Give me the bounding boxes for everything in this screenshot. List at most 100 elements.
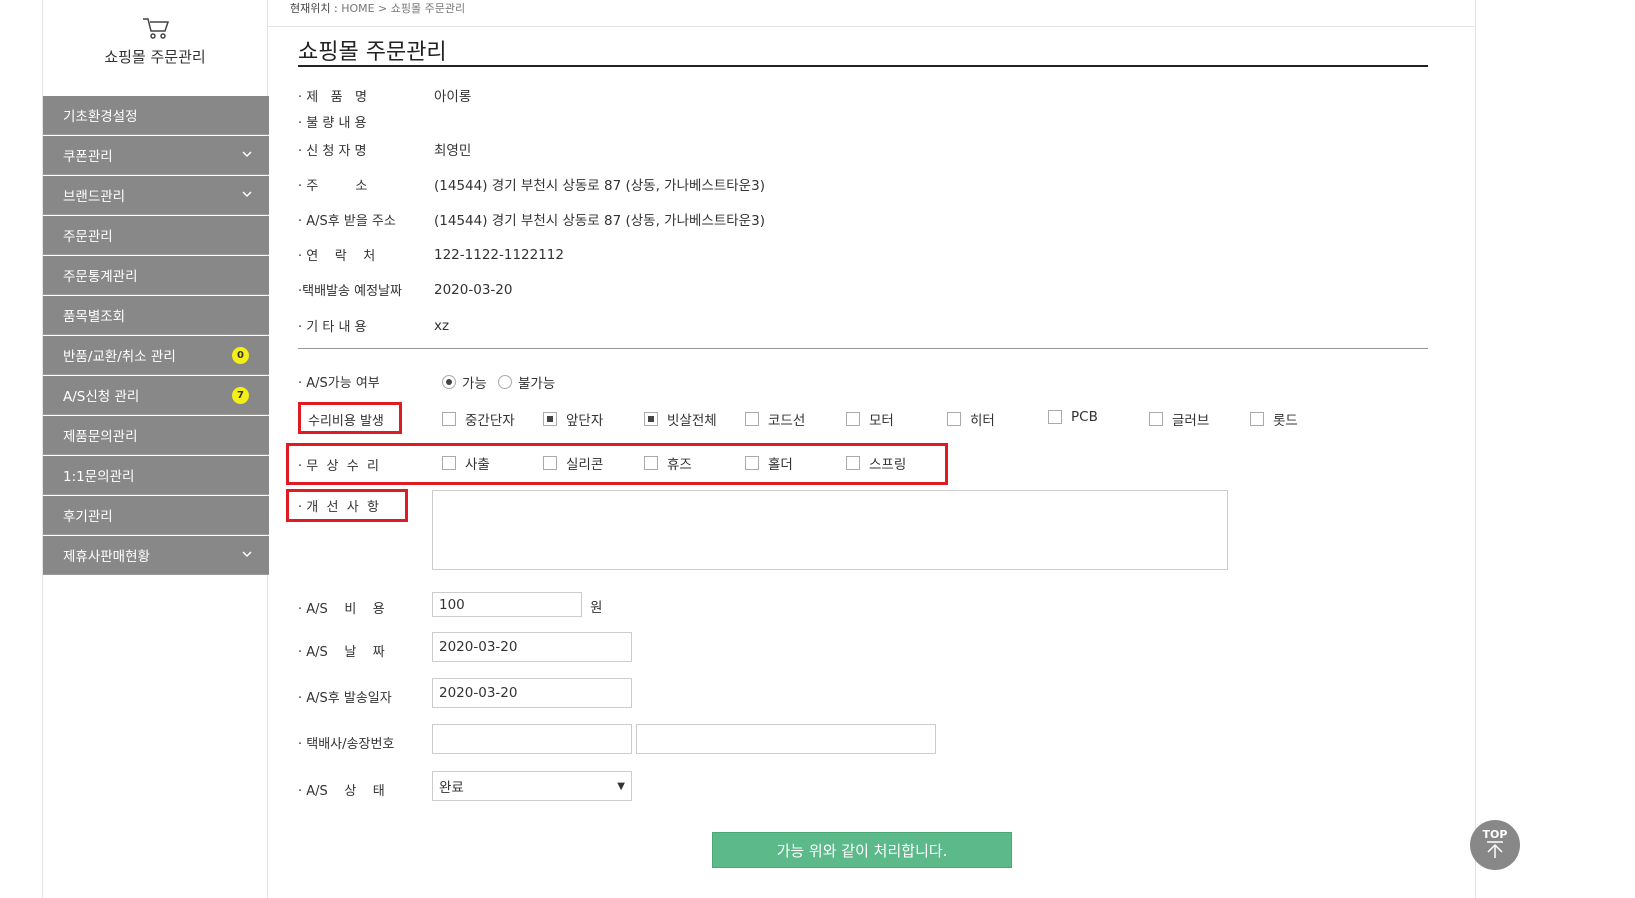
checkbox-label: 사출 xyxy=(465,457,490,473)
field-label: · A/S 날 짜 xyxy=(298,645,385,660)
checkbox-label: 스프링 xyxy=(869,457,907,473)
checkbox-holder[interactable]: 홀더 xyxy=(745,453,793,473)
checkbox-motor[interactable]: 모터 xyxy=(846,409,894,429)
radio-impossible[interactable]: 불가능 xyxy=(498,372,555,392)
sidebar: 쇼핑몰 주문관리 기초환경설정 쿠폰관리 브랜드관리 주문관리 주문통계관리 품… xyxy=(42,0,269,898)
radio-possible[interactable]: 가능 xyxy=(442,372,487,392)
info-value: xz xyxy=(434,317,450,334)
checkbox[interactable] xyxy=(442,412,456,426)
checkbox-injection[interactable]: 사출 xyxy=(442,453,490,473)
checkbox-label: 홀더 xyxy=(768,457,793,473)
free-repair-row: · 무 상 수 리 xyxy=(298,455,434,474)
as-status-select[interactable]: 완료 ▼ xyxy=(432,771,632,801)
checkbox-middle-terminal[interactable]: 중간단자 xyxy=(442,409,515,429)
checkbox[interactable] xyxy=(442,456,456,470)
checkbox[interactable] xyxy=(543,412,557,426)
submit-button[interactable]: 가능 위와 같이 처리합니다. xyxy=(712,832,1012,868)
info-row-etc: · 기 타 내 용 xz xyxy=(298,316,450,336)
sidebar-item-product-lookup[interactable]: 품목별조회 xyxy=(43,296,269,335)
sidebar-item-label: 후기관리 xyxy=(63,509,113,525)
as-cost-input[interactable]: 100 xyxy=(432,592,582,617)
courier-row: · 택배사/송장번호 xyxy=(298,733,434,752)
sidebar-item-partner-sales[interactable]: 제휴사판매현황 xyxy=(43,536,269,575)
info-value: (14544) 경기 부천시 상동로 87 (상동, 가나베스트타운3) xyxy=(434,178,765,194)
sidebar-item-label: 기초환경설정 xyxy=(63,109,138,125)
title-underline xyxy=(298,65,1428,67)
checkbox-silicone[interactable]: 실리콘 xyxy=(543,453,603,473)
chevron-down-icon xyxy=(242,551,252,558)
scroll-top-button[interactable]: TOP xyxy=(1470,820,1520,870)
checkbox-cord[interactable]: 코드선 xyxy=(745,409,805,429)
checkbox[interactable] xyxy=(947,412,961,426)
courier-company-input[interactable] xyxy=(432,724,632,754)
sidebar-item-reviews[interactable]: 후기관리 xyxy=(43,496,269,535)
checkbox-spring[interactable]: 스프링 xyxy=(846,453,906,473)
breadcrumb-prefix: 현재위치 : xyxy=(290,2,338,15)
field-label: · A/S가능 여부 xyxy=(298,376,380,391)
checkbox-label: 휴즈 xyxy=(667,457,692,473)
info-label: ·택배발송 예정날짜 xyxy=(298,284,402,299)
checkbox-label: 코드선 xyxy=(768,413,806,429)
info-value: 122-1122-1122112 xyxy=(434,246,564,263)
page-title: 쇼핑몰 주문관리 xyxy=(298,40,447,65)
checkbox[interactable] xyxy=(1048,410,1062,424)
checkbox[interactable] xyxy=(1250,412,1264,426)
sidebar-item-label: 품목별조회 xyxy=(63,309,126,325)
checkbox-label: 글러브 xyxy=(1172,413,1210,429)
info-label: · A/S후 받을 주소 xyxy=(298,213,396,229)
checkbox-rod[interactable]: 롯드 xyxy=(1250,409,1298,429)
sidebar-item-coupon[interactable]: 쿠폰관리 xyxy=(43,136,269,175)
sidebar-item-one-to-one[interactable]: 1:1문의관리 xyxy=(43,456,269,495)
ship-date-input[interactable]: 2020-03-20 xyxy=(432,678,632,708)
as-date-input[interactable]: 2020-03-20 xyxy=(432,632,632,662)
sidebar-menu: 기초환경설정 쿠폰관리 브랜드관리 주문관리 주문통계관리 품목별조회 반품/교… xyxy=(43,96,269,576)
sidebar-item-order-stats[interactable]: 주문통계관리 xyxy=(43,256,269,295)
radio-button[interactable] xyxy=(498,375,512,389)
improvement-textarea[interactable] xyxy=(432,490,1228,570)
field-label: · A/S 비 용 xyxy=(298,602,385,617)
sidebar-item-orders[interactable]: 주문관리 xyxy=(43,216,269,255)
sidebar-item-product-inquiry[interactable]: 제품문의관리 xyxy=(43,416,269,455)
top-label: TOP xyxy=(1482,828,1508,841)
chevron-down-icon xyxy=(242,191,252,198)
sidebar-item-label: 주문관리 xyxy=(63,229,113,245)
checkbox[interactable] xyxy=(1149,412,1163,426)
checkbox[interactable] xyxy=(846,456,860,470)
info-label: · 기 타 내 용 xyxy=(298,320,367,335)
checkbox-fuse[interactable]: 휴즈 xyxy=(644,453,692,473)
info-row-applicant: · 신 청 자 명 최영민 xyxy=(298,139,471,159)
checkbox-glove[interactable]: 글러브 xyxy=(1149,409,1209,429)
sidebar-item-label: 제품문의관리 xyxy=(63,429,138,445)
checkbox-pcb[interactable]: PCB xyxy=(1048,409,1098,425)
info-row-ship-date: ·택배발송 예정날짜 2020-03-20 xyxy=(298,280,512,300)
checkbox-front-terminal[interactable]: 앞단자 xyxy=(543,409,603,429)
field-label: · A/S후 발송일자 xyxy=(298,691,392,706)
sidebar-item-basic-settings[interactable]: 기초환경설정 xyxy=(43,96,269,135)
checkbox-comb-whole[interactable]: 빗살전체 xyxy=(644,409,717,429)
sidebar-item-returns[interactable]: 반품/교환/취소 관리 0 xyxy=(43,336,269,375)
info-label: · 연 락 처 xyxy=(298,249,376,264)
checkbox[interactable] xyxy=(644,456,658,470)
tracking-number-input[interactable] xyxy=(636,724,936,754)
section-divider xyxy=(298,348,1428,349)
dropdown-arrow-icon: ▼ xyxy=(617,781,625,792)
radio-label: 불가능 xyxy=(518,376,556,392)
checkbox-heater[interactable]: 히터 xyxy=(947,409,995,429)
sidebar-item-brand[interactable]: 브랜드관리 xyxy=(43,176,269,215)
divider xyxy=(268,26,1475,27)
sidebar-item-as-requests[interactable]: A/S신청 관리 7 xyxy=(43,376,269,415)
checkbox[interactable] xyxy=(644,412,658,426)
checkbox-label: 히터 xyxy=(970,413,995,429)
info-row-address: · 주 소 (14544) 경기 부천시 상동로 87 (상동, 가나베스트타운3… xyxy=(298,174,765,194)
sidebar-item-label: A/S신청 관리 xyxy=(63,389,140,405)
checkbox[interactable] xyxy=(543,456,557,470)
checkbox[interactable] xyxy=(846,412,860,426)
sidebar-title: 쇼핑몰 주문관리 xyxy=(104,48,206,66)
checkbox[interactable] xyxy=(745,456,759,470)
sidebar-item-label: 주문통계관리 xyxy=(63,269,138,285)
checkbox[interactable] xyxy=(745,412,759,426)
radio-button[interactable] xyxy=(442,375,456,389)
select-value: 완료 xyxy=(439,780,464,796)
field-label: · 무 상 수 리 xyxy=(298,459,379,474)
repair-cost-row: 수리비용 발생 xyxy=(308,410,384,429)
